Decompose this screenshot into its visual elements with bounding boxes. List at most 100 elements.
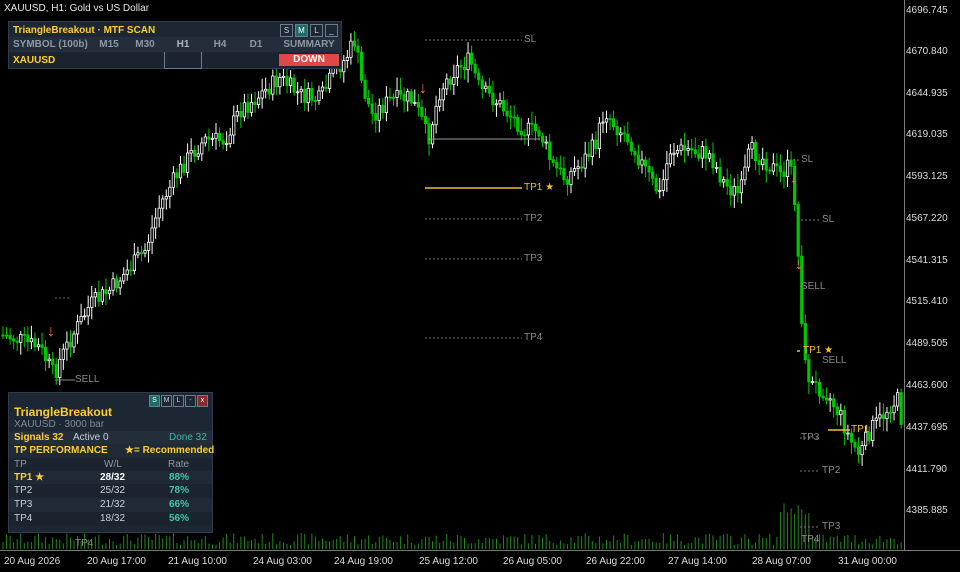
candle-body (111, 278, 115, 291)
tp4-label: TP4 (801, 534, 820, 545)
tp-row: TP1 ★ 28/32 88% (9, 471, 212, 485)
candle-body (541, 135, 545, 143)
candle-body (668, 153, 673, 165)
perf-size-large-button[interactable]: L (173, 395, 184, 407)
chart-title: XAUUSD, H1: Gold vs US Dollar (4, 3, 150, 14)
col-h4[interactable]: H4 (202, 37, 238, 52)
candle-body (22, 334, 26, 336)
candle-body (235, 110, 239, 117)
candle-body (839, 410, 843, 415)
col-m15[interactable]: M15 (91, 37, 127, 52)
sl-label: SL (524, 34, 537, 45)
price-tick-label: 4567.220 (906, 213, 948, 224)
perf-close-button[interactable]: x (197, 395, 208, 407)
col-h1[interactable]: H1 (164, 37, 202, 52)
col-m30[interactable]: M30 (127, 37, 163, 52)
candle-body (253, 101, 257, 105)
candle-body (590, 139, 594, 157)
candle-body (299, 88, 303, 93)
candle-body (271, 75, 275, 95)
candle-body (342, 60, 346, 73)
sl-label: SL (822, 214, 835, 225)
time-tick-label: 24 Aug 03:00 (253, 556, 312, 567)
candle-body (665, 163, 669, 181)
size-small-button[interactable]: S (280, 24, 293, 37)
candle-body (296, 91, 300, 94)
candle-body (281, 75, 286, 78)
candle-body (651, 171, 655, 179)
time-tick-label: 31 Aug 00:00 (838, 556, 897, 567)
candle-body (381, 104, 385, 113)
candle-body (8, 334, 12, 340)
mtf-symbol-row[interactable]: XAUUSD DOWN (9, 52, 341, 69)
candle-body (519, 130, 523, 136)
candle-body (714, 166, 719, 169)
candle-body (725, 179, 729, 187)
h1-selected-cell[interactable] (164, 52, 202, 69)
mtf-header-row: SYMBOL (100b) M15 M30 H1 H4 D1 SUMMARY (9, 37, 341, 52)
candle-body (750, 142, 754, 150)
candle-body (874, 417, 878, 421)
candle-body (100, 289, 104, 302)
candle-body (853, 441, 857, 448)
candle-body (690, 148, 694, 151)
tp-performance-header: TP PERFORMANCE ★= Recommended (9, 444, 214, 458)
candle-body (90, 296, 94, 308)
candle-body (93, 292, 97, 298)
candle-body (448, 78, 452, 85)
candle-body (775, 163, 779, 167)
perf-size-small-button[interactable]: S (149, 395, 160, 407)
perf-size-medium-button[interactable]: M (161, 395, 172, 407)
tp3-label: TP3 (524, 253, 543, 264)
candle-body (629, 141, 633, 152)
candle-body (530, 122, 534, 125)
price-tick-label: 4593.125 (906, 171, 948, 182)
candle-body (494, 103, 499, 106)
col-d1[interactable]: D1 (238, 37, 274, 52)
size-large-button[interactable]: L (310, 24, 323, 37)
candle-body (718, 166, 722, 183)
symbol-cell[interactable]: XAUUSD (13, 53, 73, 68)
candle-body (193, 149, 197, 157)
candle-body (217, 132, 222, 142)
tp4-label: TP4 (524, 332, 543, 343)
candle-body (185, 152, 190, 173)
tp2-label: TP2 (822, 465, 841, 476)
perf-minimize-button[interactable]: - (185, 395, 196, 407)
candle-body (430, 124, 435, 145)
candle-body (565, 179, 570, 185)
time-tick-label: 28 Aug 07:00 (752, 556, 811, 567)
candle-body (782, 171, 786, 177)
candle-body (778, 165, 783, 173)
candle-body (643, 159, 648, 167)
sell-signal-arrow-icon: ↓ (47, 323, 55, 340)
candle-body (693, 149, 697, 155)
minimize-button[interactable]: _ (325, 24, 338, 37)
candle-body (459, 65, 463, 68)
candle-body (370, 103, 374, 114)
candle-body (480, 79, 484, 90)
candle-body (374, 113, 378, 121)
candle-body (860, 445, 864, 455)
candle-body (562, 168, 566, 181)
candle-body (729, 185, 733, 196)
mtf-scan-panel[interactable]: TriangleBreakout · MTF SCAN S M L _ SYMB… (8, 21, 342, 69)
mtf-panel-title: TriangleBreakout · MTF SCAN (13, 25, 156, 36)
candle-body (242, 102, 246, 118)
candle-body (828, 398, 832, 401)
candle-body (40, 344, 44, 348)
candle-body (835, 406, 839, 415)
tp3-label: TP3 (822, 521, 841, 532)
tp-row: TP3 21/32 66% (9, 498, 212, 512)
time-tick-label: 27 Aug 14:00 (668, 556, 727, 567)
candle-body (509, 115, 513, 118)
candle-body (104, 289, 108, 295)
candle-body (576, 166, 580, 169)
tp-performance-panel[interactable]: S M L - x TriangleBreakout XAUUSD · 3000… (8, 392, 214, 533)
tp-rate: 56% (169, 513, 190, 524)
size-medium-button[interactable]: M (295, 24, 308, 37)
tp-win-loss: 21/32 (100, 499, 126, 510)
candle-body (640, 159, 644, 166)
perf-table-header: TP W/L Rate (9, 458, 212, 472)
candle-body (661, 179, 665, 191)
